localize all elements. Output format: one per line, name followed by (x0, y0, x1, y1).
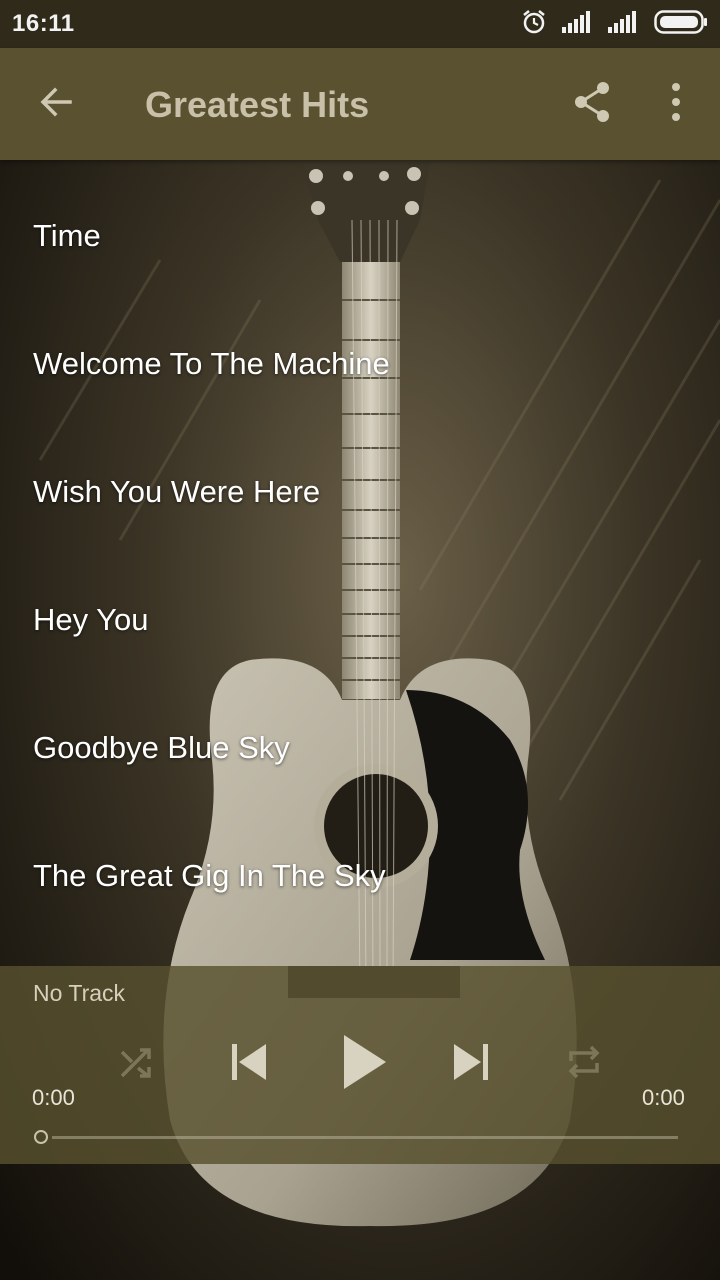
current-time: 0:00 (32, 1085, 75, 1110)
now-playing-label: No Track (33, 980, 126, 1006)
battery-icon (654, 9, 708, 39)
player-panel: No Track 0:00 0:00 (0, 966, 720, 1164)
status-bar: 16:11 (0, 0, 720, 48)
seek-bar[interactable] (52, 1136, 678, 1139)
alarm-icon (520, 8, 548, 41)
play-button[interactable] (332, 1032, 396, 1096)
share-icon (572, 80, 612, 129)
app-screen: 16:11 Greatest Hits Time Welcome To The … (0, 0, 720, 1280)
seek-thumb[interactable] (34, 1130, 48, 1144)
back-button[interactable] (24, 72, 88, 136)
status-time: 16:11 (12, 10, 75, 37)
list-item[interactable]: Hey You (0, 544, 720, 672)
list-item[interactable]: Welcome To The Machine (0, 288, 720, 416)
track-title: Welcome To The Machine (33, 346, 390, 381)
signal-icon (608, 10, 640, 38)
track-title: Goodbye Blue Sky (33, 730, 290, 765)
status-icons (520, 8, 708, 40)
arrow-back-icon (36, 82, 76, 127)
shuffle-icon (118, 1044, 154, 1085)
more-vert-icon (670, 82, 682, 127)
skip-next-icon (452, 1042, 492, 1087)
app-bar: Greatest Hits (0, 48, 720, 160)
repeat-icon (565, 1043, 603, 1086)
more-options-button[interactable] (650, 72, 702, 136)
play-icon (340, 1033, 388, 1096)
shuffle-button[interactable] (112, 1040, 160, 1088)
next-button[interactable] (446, 1038, 498, 1090)
list-item[interactable]: Time (0, 160, 720, 288)
repeat-button[interactable] (560, 1040, 608, 1088)
track-title: Wish You Were Here (33, 474, 321, 509)
page-title: Greatest Hits (145, 84, 370, 125)
signal-icon (562, 10, 594, 38)
skip-previous-icon (228, 1042, 268, 1087)
track-title: Hey You (33, 602, 149, 637)
list-item[interactable]: Wish You Were Here (0, 416, 720, 544)
previous-button[interactable] (222, 1038, 274, 1090)
track-title: The Great Gig In The Sky (33, 858, 386, 893)
total-time: 0:00 (642, 1085, 685, 1110)
track-list: Time Welcome To The Machine Wish You Wer… (0, 160, 720, 966)
share-button[interactable] (562, 72, 622, 136)
list-item[interactable]: The Great Gig In The Sky (0, 800, 720, 928)
track-title: Time (33, 218, 101, 253)
list-item[interactable]: Goodbye Blue Sky (0, 672, 720, 800)
